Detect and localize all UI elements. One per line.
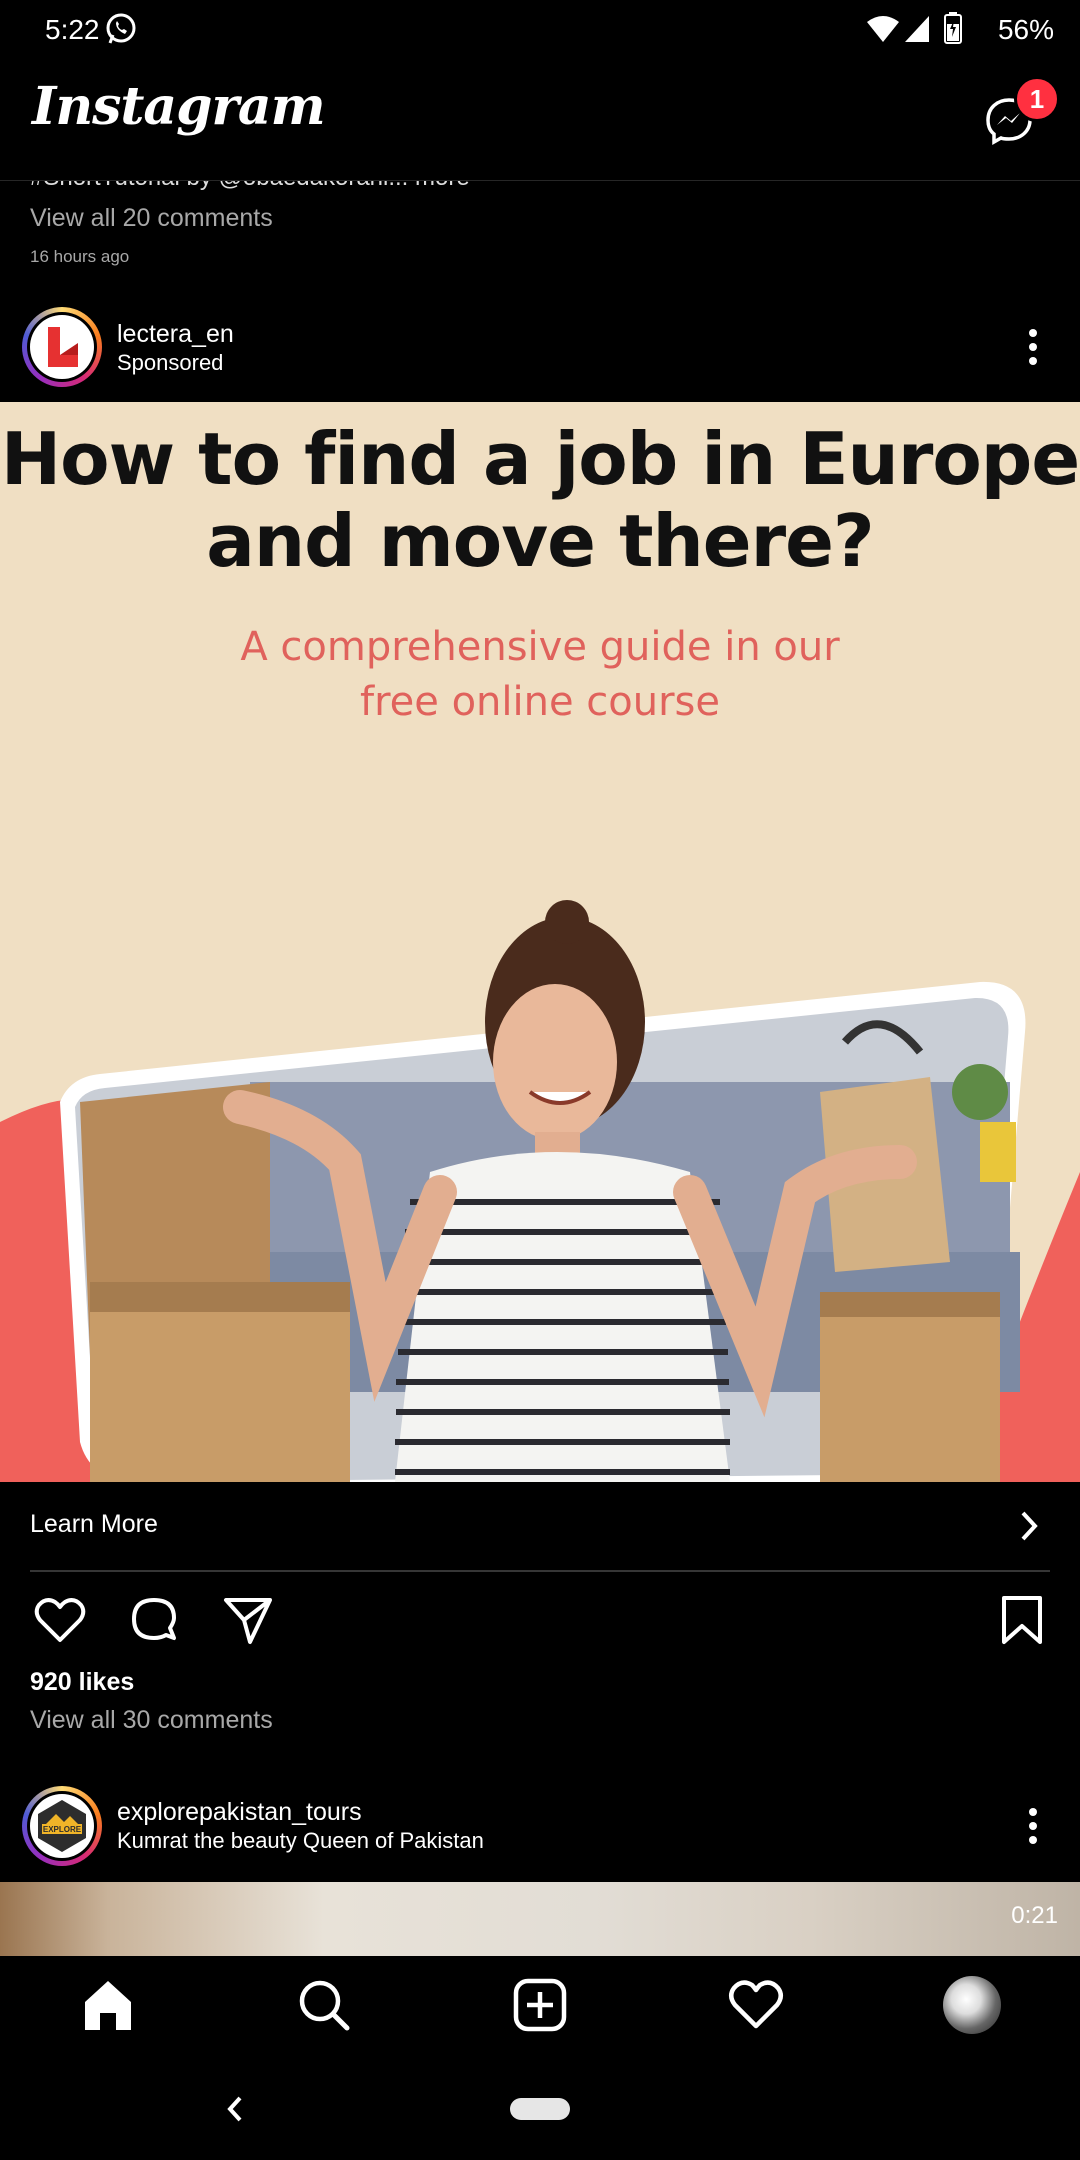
likes-count[interactable]: 920 likes bbox=[30, 1668, 134, 1697]
instagram-logo[interactable]: Instagram bbox=[32, 76, 326, 137]
bottom-navigation bbox=[0, 1956, 1080, 2058]
svg-text:EXPLORE: EXPLORE bbox=[43, 1825, 82, 1834]
status-time: 5:22 bbox=[45, 14, 100, 45]
profile-avatar[interactable] bbox=[943, 1976, 1001, 2034]
home-icon[interactable] bbox=[79, 1976, 137, 2034]
app-header: Instagram 1 bbox=[0, 58, 1080, 181]
learn-more-button[interactable]: Learn More bbox=[0, 1482, 1080, 1570]
ad-image[interactable]: How to find a job in Europe and move the… bbox=[0, 402, 1080, 1482]
post-username[interactable]: lectera_en bbox=[117, 320, 234, 349]
cellular-signal-icon bbox=[905, 16, 929, 42]
explore-pakistan-logo-icon: EXPLORE bbox=[38, 1800, 86, 1852]
activity-heart-icon[interactable] bbox=[727, 1976, 785, 2034]
post-avatar[interactable] bbox=[22, 307, 102, 387]
battery-percent: 56% bbox=[997, 14, 1054, 45]
next-post-username[interactable]: explorepakistan_tours bbox=[117, 1798, 362, 1827]
previous-post-timestamp: 16 hours ago bbox=[30, 247, 130, 266]
next-post-video[interactable]: 0:21 bbox=[0, 1882, 1080, 1956]
next-post-location[interactable]: Kumrat the beauty Queen of Pakistan bbox=[117, 1828, 484, 1854]
lectera-logo-icon bbox=[48, 327, 78, 367]
next-post-avatar[interactable]: EXPLORE bbox=[22, 1786, 102, 1866]
new-post-icon[interactable] bbox=[511, 1976, 569, 2034]
video-duration: 0:21 bbox=[1011, 1902, 1058, 1929]
search-icon[interactable] bbox=[295, 1976, 353, 2034]
wifi-icon bbox=[867, 16, 899, 42]
system-navigation-bar bbox=[0, 2058, 1080, 2160]
share-icon[interactable] bbox=[222, 1594, 274, 1646]
divider bbox=[30, 1570, 1050, 1572]
battery-icon bbox=[944, 12, 962, 44]
chevron-right-icon bbox=[1021, 1511, 1038, 1541]
next-post-options-icon[interactable] bbox=[1027, 1806, 1039, 1846]
post-options-icon[interactable] bbox=[1027, 327, 1039, 367]
messages-badge: 1 bbox=[1014, 76, 1060, 122]
like-heart-icon[interactable] bbox=[34, 1594, 86, 1646]
status-bar: 5:22 56% bbox=[0, 0, 1080, 58]
sponsored-label: Sponsored bbox=[117, 350, 224, 375]
comment-icon[interactable] bbox=[128, 1594, 180, 1646]
save-bookmark-icon[interactable] bbox=[996, 1594, 1048, 1646]
whatsapp-icon bbox=[106, 13, 136, 44]
home-gesture-pill[interactable] bbox=[510, 2098, 570, 2120]
learn-more-label: Learn More bbox=[30, 1510, 158, 1538]
view-comments-link[interactable]: View all 30 comments bbox=[30, 1706, 273, 1735]
back-icon[interactable] bbox=[224, 2094, 246, 2124]
ad-photo-illustration bbox=[0, 900, 1080, 1482]
previous-post-comments-link[interactable]: View all 20 comments bbox=[30, 204, 273, 233]
